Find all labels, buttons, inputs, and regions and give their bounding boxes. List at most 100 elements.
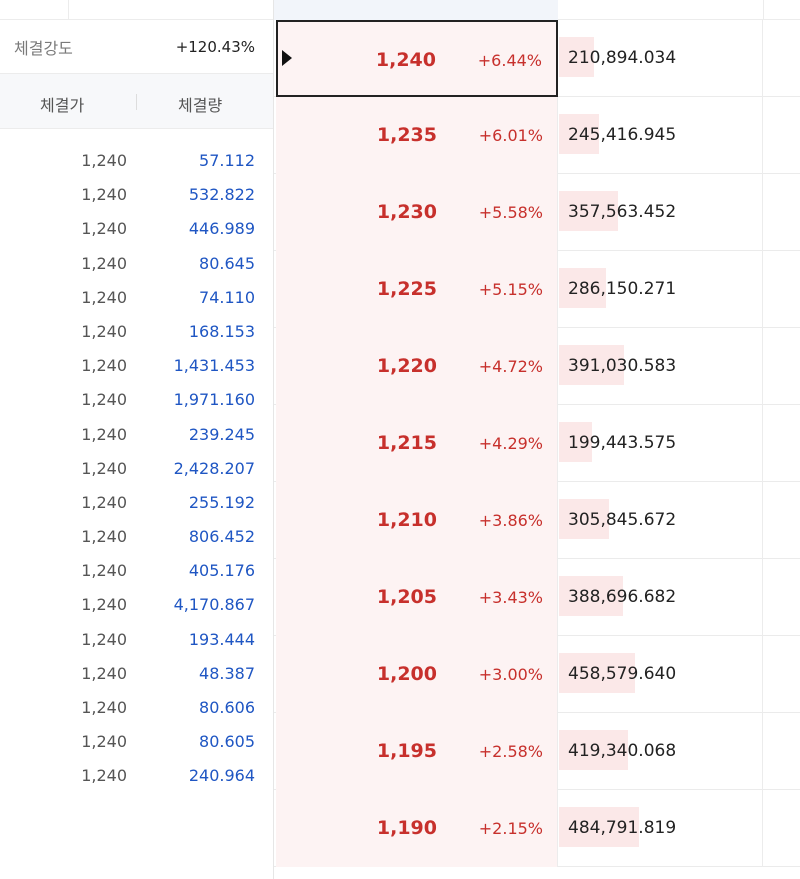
orderbook-volume-cell: 419,340.068 xyxy=(558,713,800,790)
trade-price: 1,240 xyxy=(81,424,127,444)
trade-strength-label: 체결강도 xyxy=(14,38,73,58)
orderbook-change-percent: +2.58% xyxy=(478,742,543,761)
orderbook-top-strip xyxy=(274,0,558,20)
orderbook-row[interactable]: 1,230 +5.58% 357,563.452 xyxy=(274,174,800,251)
trade-row: 1,240 240.964 xyxy=(0,758,273,792)
orderbook-volume: 391,030.583 xyxy=(568,356,677,376)
trade-strength-row: 체결강도 +120.43% xyxy=(0,20,273,74)
trade-price: 1,240 xyxy=(81,151,127,170)
orderbook-price-cell[interactable]: 1,195 +2.58% xyxy=(276,713,558,790)
orderbook-row[interactable]: 1,225 +5.15% 286,150.271 xyxy=(274,251,800,328)
trade-row: 1,240 57.112 xyxy=(0,143,273,177)
trade-qty: 239.245 xyxy=(188,424,255,444)
orderbook-row[interactable]: 1,235 +6.01% 245,416.945 xyxy=(274,97,800,174)
orderbook-volume-cell: 388,696.682 xyxy=(558,559,800,636)
orderbook-price-cell[interactable]: 1,240 +6.44% xyxy=(276,20,558,97)
orderbook-volume-cell: 199,443.575 xyxy=(558,405,800,482)
orderbook-price-cell[interactable]: 1,210 +3.86% xyxy=(276,482,558,559)
orderbook-volume: 419,340.068 xyxy=(568,741,677,761)
orderbook-price: 1,200 xyxy=(376,663,437,685)
trade-qty: 446.989 xyxy=(188,219,255,239)
orderbook-volume-cell: 286,150.271 xyxy=(558,251,800,328)
trade-row: 1,240 74.110 xyxy=(0,280,273,314)
header-divider xyxy=(136,94,137,110)
trade-price: 1,240 xyxy=(81,356,127,376)
trade-price: 1,240 xyxy=(81,527,127,547)
orderbook-price-cell[interactable]: 1,220 +4.72% xyxy=(276,328,558,405)
orderbook-change-percent: +6.01% xyxy=(478,126,543,145)
orderbook-change-percent: +4.29% xyxy=(478,434,543,453)
orderbook-price: 1,205 xyxy=(376,586,437,608)
trade-price: 1,240 xyxy=(81,185,127,205)
orderbook-volume-cell: 305,845.672 xyxy=(558,482,800,559)
orderbook-volume-cell: 391,030.583 xyxy=(558,328,800,405)
trade-row: 1,240 4,170.867 xyxy=(0,587,273,621)
trade-qty: 1,971.160 xyxy=(173,390,255,410)
orderbook-price: 1,235 xyxy=(376,124,437,146)
trade-price: 1,240 xyxy=(81,458,127,478)
column-header-trade-price: 체결가 xyxy=(40,96,85,115)
trade-qty: 2,428.207 xyxy=(173,458,255,478)
trade-price: 1,240 xyxy=(81,492,127,512)
orderbook-volume: 388,696.682 xyxy=(568,587,677,607)
current-price-arrow-icon xyxy=(282,50,292,66)
orderbook-price: 1,195 xyxy=(376,740,437,762)
trade-qty: 80.645 xyxy=(199,253,255,273)
trade-price: 1,240 xyxy=(81,766,127,786)
orderbook-volume-cell: 484,791.819 xyxy=(558,790,800,867)
orderbook-price: 1,190 xyxy=(376,817,437,839)
orderbook-volume-cell: 458,579.640 xyxy=(558,636,800,713)
trade-qty: 532.822 xyxy=(188,185,255,205)
trade-row: 1,240 48.387 xyxy=(0,656,273,690)
orderbook-price-cell[interactable]: 1,215 +4.29% xyxy=(276,405,558,482)
orderbook-row[interactable]: 1,200 +3.00% 458,579.640 xyxy=(274,636,800,713)
trade-history-panel: 체결강도 +120.43% 체결가 체결량 1,240 57.112 1,240 53… xyxy=(0,0,274,879)
orderbook-price-cell[interactable]: 1,225 +5.15% xyxy=(276,251,558,328)
orderbook-volume: 245,416.945 xyxy=(568,125,677,145)
orderbook-price-cell[interactable]: 1,235 +6.01% xyxy=(276,97,558,174)
trade-price: 1,240 xyxy=(81,698,127,717)
trade-qty: 74.110 xyxy=(199,287,255,307)
trade-row: 1,240 239.245 xyxy=(0,417,273,451)
orderbook-row[interactable]: 1,210 +3.86% 305,845.672 xyxy=(274,482,800,559)
trade-qty: 405.176 xyxy=(188,561,255,581)
orderbook-row[interactable]: 1,195 +2.58% 419,340.068 xyxy=(274,713,800,790)
trade-table-header: 체결가 체결량 xyxy=(0,74,273,129)
orderbook-price: 1,215 xyxy=(376,432,437,454)
trade-row: 1,240 80.645 xyxy=(0,246,273,280)
orderbook-row[interactable]: 1,215 +4.29% 199,443.575 xyxy=(274,405,800,482)
orderbook-price-cell[interactable]: 1,230 +5.58% xyxy=(276,174,558,251)
left-top-strip xyxy=(0,0,273,20)
orderbook-change-percent: +6.44% xyxy=(477,51,542,70)
trade-row: 1,240 80.605 xyxy=(0,724,273,758)
trade-qty: 255.192 xyxy=(188,492,255,512)
trade-qty: 168.153 xyxy=(188,321,255,341)
orderbook-row[interactable]: 1,220 +4.72% 391,030.583 xyxy=(274,328,800,405)
orderbook-volume: 458,579.640 xyxy=(568,664,677,684)
trade-row: 1,240 446.989 xyxy=(0,211,273,245)
trade-row: 1,240 2,428.207 xyxy=(0,451,273,485)
orderbook-price: 1,240 xyxy=(375,49,436,71)
orderbook-price-cell[interactable]: 1,200 +3.00% xyxy=(276,636,558,713)
volume-top-strip xyxy=(558,0,800,20)
orderbook-change-percent: +3.86% xyxy=(478,511,543,530)
trade-row: 1,240 193.444 xyxy=(0,622,273,656)
orderbook-row[interactable]: 1,240 +6.44% 210,894.034 xyxy=(274,20,800,97)
orderbook-volume: 484,791.819 xyxy=(568,818,677,838)
trade-qty: 57.112 xyxy=(199,151,255,170)
orderbook-price-cell[interactable]: 1,205 +3.43% xyxy=(276,559,558,636)
orderbook-price: 1,210 xyxy=(376,509,437,531)
trade-price: 1,240 xyxy=(81,321,127,341)
orderbook-price-cell[interactable]: 1,190 +2.15% xyxy=(276,790,558,867)
trade-price: 1,240 xyxy=(81,287,127,307)
trade-price: 1,240 xyxy=(81,629,127,649)
trade-row: 1,240 405.176 xyxy=(0,553,273,587)
trade-qty: 4,170.867 xyxy=(173,595,255,615)
orderbook-price: 1,220 xyxy=(376,355,437,377)
trade-row: 1,240 80.606 xyxy=(0,690,273,724)
orderbook-row[interactable]: 1,205 +3.43% 388,696.682 xyxy=(274,559,800,636)
trade-strength-value: +120.43% xyxy=(175,37,255,56)
orderbook-change-percent: +5.58% xyxy=(478,203,543,222)
orderbook-row[interactable]: 1,190 +2.15% 484,791.819 xyxy=(274,790,800,867)
trade-row: 1,240 532.822 xyxy=(0,177,273,211)
